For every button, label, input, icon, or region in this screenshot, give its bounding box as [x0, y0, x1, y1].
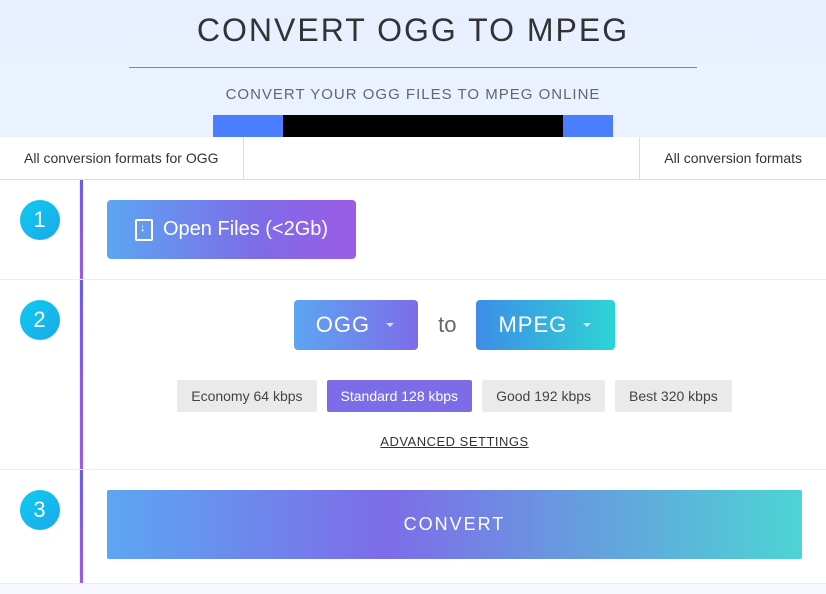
page-title: CONVERT OGG TO MPEG — [0, 12, 826, 49]
step-2-badge: 2 — [20, 300, 60, 340]
page-subtitle: CONVERT YOUR OGG FILES TO MPEG ONLINE — [0, 86, 826, 103]
title-divider — [129, 67, 697, 68]
format-select-row: OGG to MPEG — [107, 300, 802, 350]
advanced-settings-link[interactable]: ADVANCED SETTINGS — [107, 434, 802, 449]
step-3: 3 CONVERT — [0, 470, 826, 584]
file-download-icon — [135, 219, 153, 241]
chevron-down-icon — [384, 319, 396, 331]
convert-button[interactable]: CONVERT — [107, 490, 802, 559]
bitrate-best-button[interactable]: Best 320 kbps — [615, 380, 732, 412]
open-files-button[interactable]: Open Files (<2Gb) — [107, 200, 356, 259]
step-3-content: CONVERT — [80, 470, 826, 583]
from-format-select[interactable]: OGG — [294, 300, 418, 350]
step-number-col: 2 — [0, 280, 80, 469]
format-tabs-row: All conversion formats for OGG All conve… — [0, 137, 826, 180]
step-2-content: OGG to MPEG Economy 64 kbps Standard 128… — [80, 280, 826, 469]
step-number-col: 3 — [0, 470, 80, 583]
bitrate-economy-button[interactable]: Economy 64 kbps — [177, 380, 316, 412]
from-format-label: OGG — [316, 312, 370, 338]
steps-container: 1 Open Files (<2Gb) 2 OGG to MPEG — [0, 180, 826, 584]
step-1-badge: 1 — [20, 200, 60, 240]
step-number-col: 1 — [0, 180, 80, 279]
bitrate-good-button[interactable]: Good 192 kbps — [482, 380, 605, 412]
banner-bar — [213, 115, 613, 137]
page-header: CONVERT OGG TO MPEG CONVERT YOUR OGG FIL… — [0, 0, 826, 137]
banner-bar-inner — [283, 115, 563, 137]
tab-formats-ogg[interactable]: All conversion formats for OGG — [0, 137, 244, 179]
open-files-label: Open Files (<2Gb) — [163, 218, 328, 241]
bitrate-options-row: Economy 64 kbps Standard 128 kbps Good 1… — [107, 380, 802, 412]
to-format-label: MPEG — [498, 312, 567, 338]
to-label: to — [438, 312, 456, 338]
chevron-down-icon — [581, 319, 593, 331]
step-2: 2 OGG to MPEG Economy 64 kbps Standard 1… — [0, 280, 826, 470]
step-3-badge: 3 — [20, 490, 60, 530]
to-format-select[interactable]: MPEG — [476, 300, 615, 350]
tab-formats-right[interactable]: All conversion formats — [639, 137, 826, 179]
step-1: 1 Open Files (<2Gb) — [0, 180, 826, 280]
bitrate-standard-button[interactable]: Standard 128 kbps — [327, 380, 473, 412]
step-1-content: Open Files (<2Gb) — [80, 180, 826, 279]
